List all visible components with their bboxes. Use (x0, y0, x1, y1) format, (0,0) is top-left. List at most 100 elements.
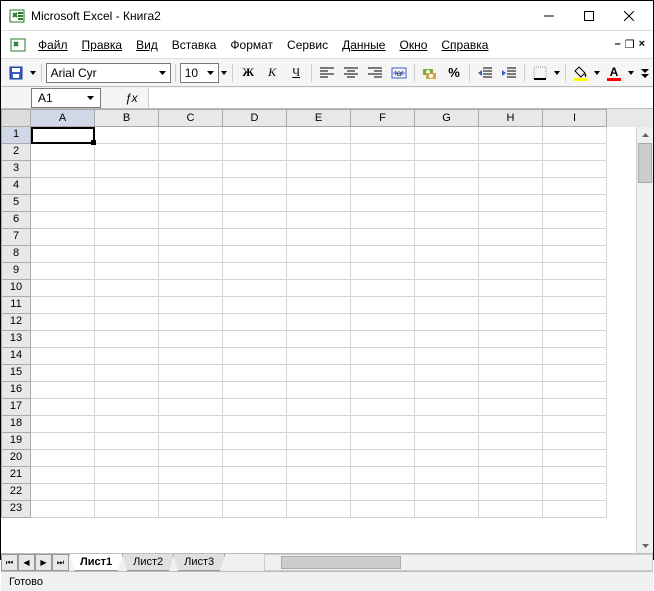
cell[interactable] (351, 161, 415, 178)
cell[interactable] (159, 331, 223, 348)
menu-data[interactable]: Данные (335, 35, 392, 55)
cell[interactable] (543, 229, 607, 246)
cell[interactable] (159, 144, 223, 161)
cell[interactable] (223, 331, 287, 348)
cell[interactable] (415, 212, 479, 229)
cell[interactable] (415, 127, 479, 144)
cell[interactable] (479, 314, 543, 331)
cell[interactable] (543, 331, 607, 348)
cell[interactable] (159, 467, 223, 484)
cell[interactable] (287, 314, 351, 331)
sheet-tab-3[interactable]: Лист3 (173, 554, 225, 571)
cell[interactable] (159, 501, 223, 518)
row-header[interactable]: 4 (1, 178, 31, 195)
doc-close-button[interactable]: × (639, 38, 645, 51)
cell[interactable] (159, 127, 223, 144)
cell[interactable] (223, 450, 287, 467)
row-header[interactable]: 10 (1, 280, 31, 297)
cell[interactable] (479, 467, 543, 484)
cell[interactable] (479, 246, 543, 263)
cell[interactable] (351, 144, 415, 161)
cell[interactable] (415, 195, 479, 212)
cell[interactable] (351, 450, 415, 467)
save-button[interactable] (5, 62, 27, 84)
borders-dropdown[interactable] (553, 71, 561, 75)
row-header[interactable]: 14 (1, 348, 31, 365)
cell[interactable] (95, 144, 159, 161)
cell[interactable] (415, 348, 479, 365)
doc-restore-button[interactable]: ❐ (625, 38, 635, 51)
italic-button[interactable]: К (261, 62, 283, 84)
cell[interactable] (95, 399, 159, 416)
cell[interactable] (351, 127, 415, 144)
cell[interactable] (351, 297, 415, 314)
cell[interactable] (479, 382, 543, 399)
row-header[interactable]: 11 (1, 297, 31, 314)
cell[interactable] (479, 399, 543, 416)
cell[interactable] (543, 467, 607, 484)
cell[interactable] (159, 212, 223, 229)
row-header[interactable]: 13 (1, 331, 31, 348)
cell[interactable] (415, 331, 479, 348)
cell[interactable] (287, 399, 351, 416)
borders-button[interactable] (529, 62, 551, 84)
fx-label[interactable]: ƒx (125, 91, 138, 105)
menu-file[interactable]: Файл (31, 35, 75, 55)
cell[interactable] (223, 263, 287, 280)
cell[interactable] (415, 501, 479, 518)
scroll-up-arrow[interactable] (637, 127, 653, 142)
cell[interactable] (479, 280, 543, 297)
cell[interactable] (159, 348, 223, 365)
cell[interactable] (479, 348, 543, 365)
row-header[interactable]: 1 (1, 127, 31, 144)
cell[interactable] (159, 416, 223, 433)
cell[interactable] (479, 416, 543, 433)
cell[interactable] (31, 484, 95, 501)
row-header[interactable]: 16 (1, 382, 31, 399)
cell[interactable] (415, 314, 479, 331)
cell[interactable] (543, 127, 607, 144)
cell[interactable] (159, 161, 223, 178)
cell[interactable] (95, 280, 159, 297)
cell[interactable] (479, 297, 543, 314)
cell[interactable] (159, 484, 223, 501)
cell[interactable] (543, 212, 607, 229)
cell[interactable] (351, 212, 415, 229)
cell[interactable] (31, 280, 95, 297)
cell[interactable] (415, 484, 479, 501)
row-header[interactable]: 12 (1, 314, 31, 331)
cell[interactable] (479, 178, 543, 195)
formula-bar[interactable] (148, 88, 653, 108)
row-header[interactable]: 8 (1, 246, 31, 263)
cell[interactable] (351, 314, 415, 331)
menu-view[interactable]: Вид (129, 35, 165, 55)
cell[interactable] (223, 501, 287, 518)
cell[interactable] (479, 229, 543, 246)
column-header[interactable]: G (415, 109, 479, 127)
cell[interactable] (351, 399, 415, 416)
increase-indent-button[interactable] (498, 62, 520, 84)
cell[interactable] (31, 433, 95, 450)
cell[interactable] (95, 127, 159, 144)
cell[interactable] (159, 178, 223, 195)
cell[interactable] (287, 416, 351, 433)
cell[interactable] (95, 433, 159, 450)
cell[interactable] (223, 348, 287, 365)
cell[interactable] (415, 229, 479, 246)
cell[interactable] (543, 348, 607, 365)
minimize-button[interactable] (529, 2, 569, 30)
cell[interactable] (159, 399, 223, 416)
cell[interactable] (543, 484, 607, 501)
cell[interactable] (287, 212, 351, 229)
cell[interactable] (351, 178, 415, 195)
cell[interactable] (31, 127, 95, 144)
cell[interactable] (95, 195, 159, 212)
cell[interactable] (31, 263, 95, 280)
cell[interactable] (287, 365, 351, 382)
menu-edit[interactable]: Правка (75, 35, 130, 55)
merge-center-button[interactable]: a (388, 62, 410, 84)
menu-help[interactable]: Справка (434, 35, 495, 55)
cell[interactable] (95, 297, 159, 314)
cell[interactable] (287, 161, 351, 178)
next-sheet-button[interactable]: ▶ (35, 554, 52, 571)
